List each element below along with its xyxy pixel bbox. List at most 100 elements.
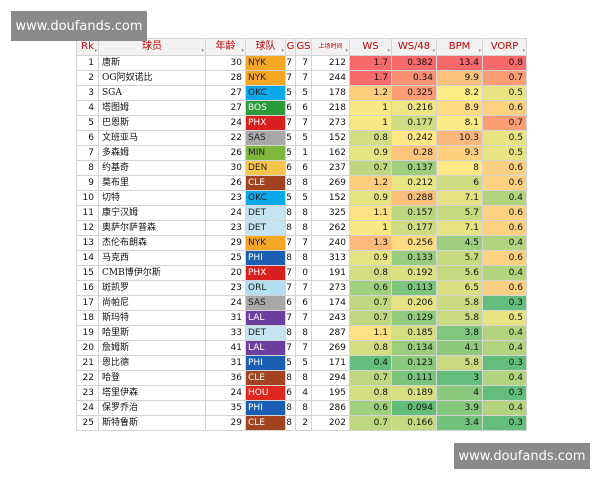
- minutes-cell[interactable]: 243: [311, 310, 350, 326]
- player-name-cell[interactable]: 哈登: [98, 370, 206, 386]
- vorp-cell[interactable]: 0.5: [482, 145, 527, 161]
- ws48-cell[interactable]: 0.177: [391, 115, 437, 131]
- age-cell[interactable]: 24: [205, 295, 246, 311]
- age-cell[interactable]: 28: [205, 70, 246, 86]
- vorp-cell[interactable]: 0.3: [482, 385, 527, 401]
- ws-cell[interactable]: 0.9: [349, 250, 392, 266]
- games-cell[interactable]: 8: [285, 415, 296, 431]
- ws48-cell[interactable]: 0.111: [391, 370, 437, 386]
- bpm-cell[interactable]: 5.8: [436, 295, 483, 311]
- player-name-cell[interactable]: 尚帕尼: [98, 295, 206, 311]
- ws48-cell[interactable]: 0.325: [391, 85, 437, 101]
- age-cell[interactable]: 27: [205, 85, 246, 101]
- team-cell[interactable]: NYK: [245, 235, 286, 251]
- rank-cell[interactable]: 13: [76, 235, 99, 251]
- games-cell[interactable]: 7: [285, 115, 296, 131]
- games-started-cell[interactable]: 7: [295, 55, 312, 71]
- filter-dropdown-icon[interactable]: ▾: [281, 47, 284, 55]
- games-cell[interactable]: 8: [285, 220, 296, 236]
- player-name-cell[interactable]: 巴恩斯: [98, 115, 206, 131]
- ws-cell[interactable]: 1: [349, 220, 392, 236]
- team-cell[interactable]: OKC: [245, 190, 286, 206]
- filter-dropdown-icon[interactable]: ▾: [201, 47, 204, 55]
- team-cell[interactable]: CLE: [245, 370, 286, 386]
- minutes-cell[interactable]: 287: [311, 325, 350, 341]
- ws48-cell[interactable]: 0.094: [391, 400, 437, 416]
- games-started-cell[interactable]: 7: [295, 310, 312, 326]
- player-name-cell[interactable]: 恩比德: [98, 355, 206, 371]
- games-cell[interactable]: 7: [285, 265, 296, 281]
- games-cell[interactable]: 5: [285, 145, 296, 161]
- rank-cell[interactable]: 5: [76, 115, 99, 131]
- filter-dropdown-icon[interactable]: ▾: [94, 47, 97, 55]
- vorp-cell[interactable]: 0.3: [482, 415, 527, 431]
- team-cell[interactable]: HOU: [245, 385, 286, 401]
- bpm-cell[interactable]: 8.1: [436, 115, 483, 131]
- age-cell[interactable]: 35: [205, 400, 246, 416]
- player-name-cell[interactable]: 詹姆斯: [98, 340, 206, 356]
- filter-dropdown-icon[interactable]: ▾: [387, 47, 390, 55]
- minutes-cell[interactable]: 162: [311, 145, 350, 161]
- bpm-cell[interactable]: 8.2: [436, 85, 483, 101]
- player-name-cell[interactable]: 斯玛特: [98, 310, 206, 326]
- header-bpm[interactable]: BPM ▾: [436, 38, 483, 56]
- minutes-cell[interactable]: 273: [311, 280, 350, 296]
- rank-cell[interactable]: 17: [76, 295, 99, 311]
- ws48-cell[interactable]: 0.288: [391, 190, 437, 206]
- bpm-cell[interactable]: 3: [436, 370, 483, 386]
- age-cell[interactable]: 30: [205, 55, 246, 71]
- games-cell[interactable]: 6: [285, 295, 296, 311]
- ws-cell[interactable]: 1.2: [349, 85, 392, 101]
- rank-cell[interactable]: 18: [76, 310, 99, 326]
- rank-cell[interactable]: 2: [76, 70, 99, 86]
- bpm-cell[interactable]: 3.4: [436, 415, 483, 431]
- rank-cell[interactable]: 20: [76, 340, 99, 356]
- ws48-cell[interactable]: 0.256: [391, 235, 437, 251]
- age-cell[interactable]: 22: [205, 130, 246, 146]
- games-started-cell[interactable]: 8: [295, 205, 312, 221]
- ws48-cell[interactable]: 0.129: [391, 310, 437, 326]
- games-cell[interactable]: 7: [285, 340, 296, 356]
- games-started-cell[interactable]: 6: [295, 160, 312, 176]
- ws48-cell[interactable]: 0.134: [391, 340, 437, 356]
- bpm-cell[interactable]: 5.8: [436, 310, 483, 326]
- games-started-cell[interactable]: 2: [295, 415, 312, 431]
- bpm-cell[interactable]: 5.8: [436, 355, 483, 371]
- games-cell[interactable]: 5: [285, 355, 296, 371]
- minutes-cell[interactable]: 202: [311, 415, 350, 431]
- games-started-cell[interactable]: 8: [295, 250, 312, 266]
- player-name-cell[interactable]: 切特: [98, 190, 206, 206]
- games-started-cell[interactable]: 8: [295, 370, 312, 386]
- rank-cell[interactable]: 24: [76, 400, 99, 416]
- ws-cell[interactable]: 0.9: [349, 145, 392, 161]
- ws-cell[interactable]: 0.7: [349, 295, 392, 311]
- games-cell[interactable]: 7: [285, 235, 296, 251]
- bpm-cell[interactable]: 5.7: [436, 250, 483, 266]
- games-cell[interactable]: 7: [285, 280, 296, 296]
- minutes-cell[interactable]: 178: [311, 85, 350, 101]
- games-cell[interactable]: 8: [285, 370, 296, 386]
- age-cell[interactable]: 29: [205, 235, 246, 251]
- player-name-cell[interactable]: 约基奇: [98, 160, 206, 176]
- vorp-cell[interactable]: 0.6: [482, 100, 527, 116]
- minutes-cell[interactable]: 212: [311, 55, 350, 71]
- age-cell[interactable]: 27: [205, 100, 246, 116]
- games-cell[interactable]: 6: [285, 385, 296, 401]
- games-started-cell[interactable]: 7: [295, 115, 312, 131]
- ws-cell[interactable]: 0.8: [349, 385, 392, 401]
- rank-cell[interactable]: 8: [76, 160, 99, 176]
- rank-cell[interactable]: 1: [76, 55, 99, 71]
- minutes-cell[interactable]: 152: [311, 130, 350, 146]
- team-cell[interactable]: ORL: [245, 280, 286, 296]
- games-cell[interactable]: 8: [285, 400, 296, 416]
- games-started-cell[interactable]: 4: [295, 385, 312, 401]
- games-started-cell[interactable]: 7: [295, 235, 312, 251]
- ws48-cell[interactable]: 0.166: [391, 415, 437, 431]
- minutes-cell[interactable]: 313: [311, 250, 350, 266]
- games-started-cell[interactable]: 6: [295, 295, 312, 311]
- team-cell[interactable]: OKC: [245, 85, 286, 101]
- minutes-cell[interactable]: 325: [311, 205, 350, 221]
- games-cell[interactable]: 8: [285, 325, 296, 341]
- age-cell[interactable]: 24: [205, 385, 246, 401]
- team-cell[interactable]: PHI: [245, 250, 286, 266]
